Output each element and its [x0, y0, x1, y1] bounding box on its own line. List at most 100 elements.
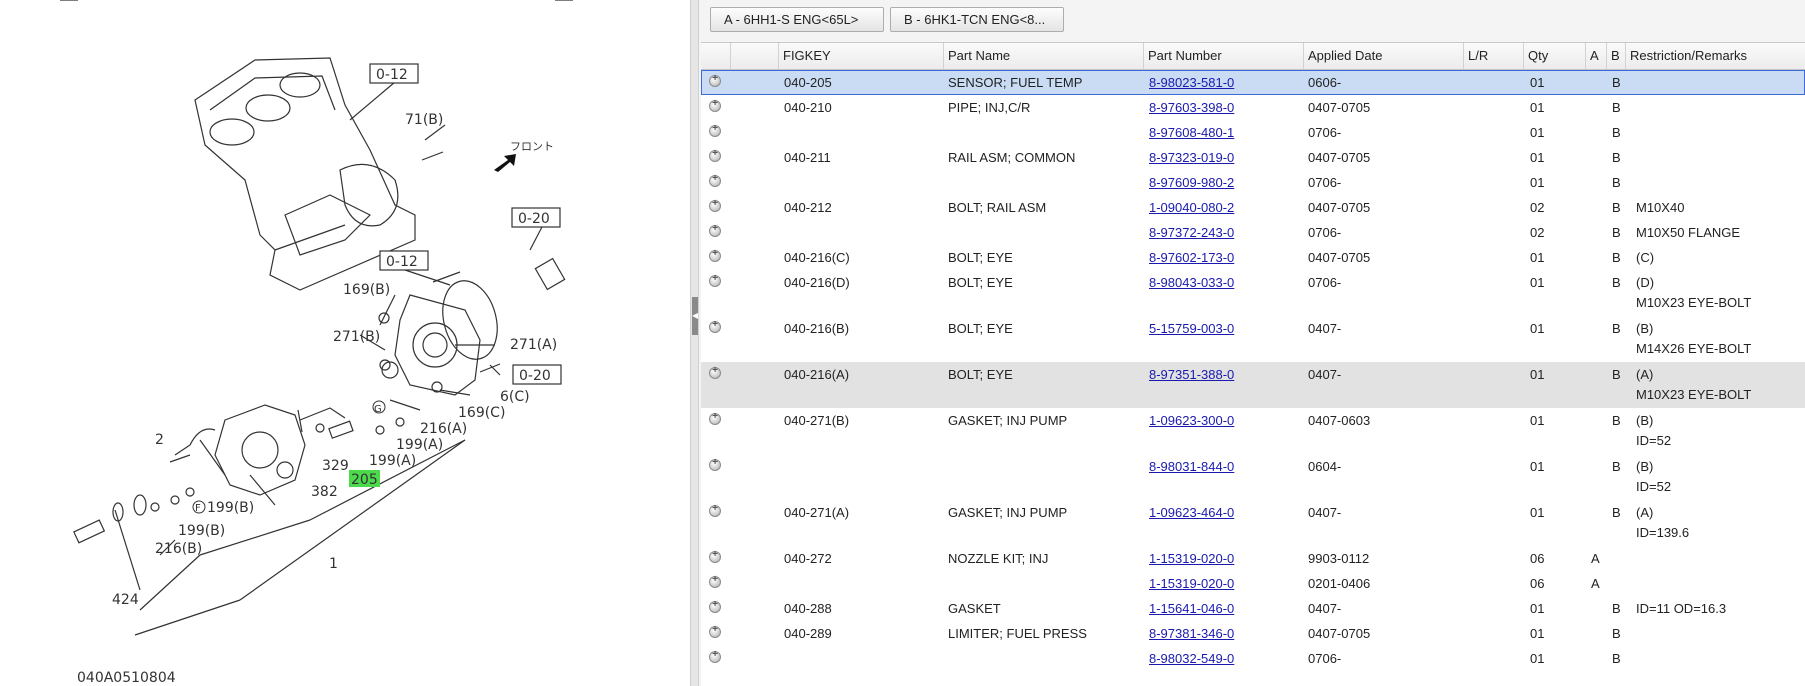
callout-205[interactable]: 205	[351, 472, 378, 488]
applied-date-cell: 0407-	[1308, 321, 1342, 336]
callout-0-12-top[interactable]: 0-12	[376, 67, 408, 83]
callout-271b[interactable]: 271(B)	[333, 329, 380, 345]
applied-date-cell: 0706-	[1308, 175, 1342, 190]
expand-row-icon[interactable]	[709, 574, 721, 588]
table-row[interactable]: 1-15319-020-0 0201-0406 06 A	[701, 571, 1805, 596]
header-a[interactable]: A	[1586, 43, 1607, 69]
callout-199b-1[interactable]: 199(B)	[207, 500, 254, 516]
callout-f[interactable]: F	[195, 503, 201, 514]
part-number-link[interactable]: 8-97323-019-0	[1149, 145, 1234, 168]
expand-row-icon[interactable]	[709, 223, 721, 237]
expand-row-icon[interactable]	[709, 649, 721, 663]
expand-row-icon[interactable]	[709, 457, 721, 471]
part-number-link[interactable]: 8-97609-980-2	[1149, 170, 1234, 193]
header-remarks[interactable]: Restriction/Remarks	[1626, 43, 1805, 69]
callout-1[interactable]: 1	[329, 556, 338, 572]
expand-row-icon[interactable]	[709, 273, 721, 287]
expand-row-icon[interactable]	[709, 319, 721, 333]
callout-g[interactable]: G	[374, 404, 382, 415]
callout-199a-2[interactable]: 199(A)	[369, 453, 416, 469]
callout-424[interactable]: 424	[112, 592, 139, 608]
part-number-link[interactable]: 8-97603-398-0	[1149, 95, 1234, 118]
collapse-handle[interactable]: ◀	[692, 297, 698, 335]
part-number-link[interactable]: 8-97602-173-0	[1149, 245, 1234, 268]
expand-row-icon[interactable]	[709, 624, 721, 638]
variant-button-a[interactable]: A - 6HH1-S ENG<65L>	[710, 7, 884, 32]
table-row[interactable]: 040-216(B) BOLT; EYE 5-15759-003-0 0407- 01 B…	[701, 316, 1805, 362]
callout-329[interactable]: 329	[322, 458, 349, 474]
header-applied-date[interactable]: Applied Date	[1304, 43, 1464, 69]
table-row[interactable]: 040-210 PIPE; INJ,C/R 8-97603-398-0 0407-07…	[701, 95, 1805, 120]
expand-row-icon[interactable]	[709, 198, 721, 212]
part-number-link[interactable]: 1-15641-046-0	[1149, 596, 1234, 619]
expand-row-icon[interactable]	[709, 73, 721, 87]
table-row[interactable]: 8-97372-243-0 0706- 02 B M10X50 FLANGE	[701, 220, 1805, 245]
table-row[interactable]: 040-211 RAIL ASM; COMMON 8-97323-019-0 0407…	[701, 145, 1805, 170]
part-number-link[interactable]: 8-98031-844-0	[1149, 454, 1234, 477]
expand-row-icon[interactable]	[709, 173, 721, 187]
expand-row-icon[interactable]	[709, 365, 721, 379]
part-number-link[interactable]: 1-09623-300-0	[1149, 408, 1234, 431]
part-number-link[interactable]: 8-97372-243-0	[1149, 220, 1234, 243]
table-row[interactable]: 8-98031-844-00604-01B(B)ID=52	[701, 454, 1805, 500]
expand-row-icon[interactable]	[709, 549, 721, 563]
qty-cell: 01	[1530, 367, 1545, 382]
callout-0-20-low[interactable]: 0-20	[519, 368, 551, 384]
remarks-cell-line2: M10X23 EYE-BOLT	[1636, 295, 1752, 310]
table-row[interactable]: 040-216(D) BOLT; EYE 8-98043-033-0 0706- 01 B…	[701, 270, 1805, 316]
table-row[interactable]: 8-97608-480-1 0706- 01 B	[701, 120, 1805, 145]
table-row[interactable]: 040-271(A) GASKET; INJ PUMP 1-09623-464-0 0…	[701, 500, 1805, 546]
part-number-link[interactable]: 8-97351-388-0	[1149, 362, 1234, 385]
table-row[interactable]: 040-271(B) GASKET; INJ PUMP 1-09623-300-0 0…	[701, 408, 1805, 454]
header-expander[interactable]	[701, 43, 731, 69]
callout-199a-1[interactable]: 199(A)	[396, 437, 443, 453]
callout-199b-2[interactable]: 199(B)	[178, 523, 225, 539]
expand-row-icon[interactable]	[709, 148, 721, 162]
header-lr[interactable]: L/R	[1464, 43, 1524, 69]
callout-71b[interactable]: 71(B)	[405, 112, 443, 128]
callout-216b[interactable]: 216(B)	[155, 541, 202, 557]
part-number-link[interactable]: 1-09040-080-2	[1149, 195, 1234, 218]
part-number-link[interactable]: 5-15759-003-0	[1149, 316, 1234, 339]
table-row[interactable]: 8-97609-980-2 0706- 01 B	[701, 170, 1805, 195]
table-row[interactable]: 8-98032-549-0 0706- 01 B	[701, 646, 1805, 671]
table-row[interactable]: 040-205 SENSOR; FUEL TEMP 8-98023-581-0 060…	[701, 70, 1805, 95]
table-row[interactable]: 040-288 GASKET 1-15641-046-0 0407- 01 B ID=11 …	[701, 596, 1805, 621]
expand-row-icon[interactable]	[709, 98, 721, 112]
callout-0-20-top[interactable]: 0-20	[518, 211, 550, 227]
table-row[interactable]: 040-216(A) BOLT; EYE 8-97351-388-0 0407- 01 B…	[701, 362, 1805, 408]
part-number-link[interactable]: 8-98032-549-0	[1149, 646, 1234, 669]
callout-169b[interactable]: 169(B)	[343, 282, 390, 298]
header-part-number[interactable]: Part Number	[1144, 43, 1304, 69]
callout-169c[interactable]: 169(C)	[458, 405, 505, 421]
header-blank[interactable]	[731, 43, 779, 69]
variant-button-b[interactable]: B - 6HK1-TCN ENG<8...	[890, 7, 1064, 32]
header-b[interactable]: B	[1607, 43, 1626, 69]
part-number-link[interactable]: 1-15319-020-0	[1149, 546, 1234, 569]
part-number-link[interactable]: 1-15319-020-0	[1149, 571, 1234, 594]
part-number-link[interactable]: 1-09623-464-0	[1149, 500, 1234, 523]
part-number-link[interactable]: 8-97608-480-1	[1149, 120, 1234, 143]
part-number-link[interactable]: 8-98043-033-0	[1149, 270, 1234, 293]
callout-0-12-mid[interactable]: 0-12	[386, 254, 418, 270]
callout-382[interactable]: 382	[311, 484, 338, 500]
expand-row-icon[interactable]	[709, 503, 721, 517]
header-qty[interactable]: Qty	[1524, 43, 1586, 69]
header-part-name[interactable]: Part Name	[944, 43, 1144, 69]
expand-row-icon[interactable]	[709, 123, 721, 137]
callout-271a[interactable]: 271(A)	[510, 337, 557, 353]
expand-row-icon[interactable]	[709, 599, 721, 613]
callout-2[interactable]: 2	[155, 432, 164, 448]
header-figkey[interactable]: FIGKEY	[779, 43, 944, 69]
part-number-link[interactable]: 8-98023-581-0	[1149, 70, 1234, 93]
callout-216a[interactable]: 216(A)	[420, 421, 467, 437]
table-row[interactable]: 040-216(C) BOLT; EYE 8-97602-173-0 0407-070…	[701, 245, 1805, 270]
expand-row-icon[interactable]	[709, 411, 721, 425]
callout-6c[interactable]: 6(C)	[500, 389, 530, 405]
table-row[interactable]: 040-212 BOLT; RAIL ASM 1-09040-080-2 0407-0…	[701, 195, 1805, 220]
table-row[interactable]: 040-272 NOZZLE KIT; INJ 1-15319-020-0 9903-…	[701, 546, 1805, 571]
expand-row-icon[interactable]	[709, 248, 721, 262]
part-number-link[interactable]: 8-97381-346-0	[1149, 621, 1234, 644]
pane-splitter[interactable]: ◀	[690, 0, 699, 686]
table-row[interactable]: 040-289 LIMITER; FUEL PRESS 8-97381-346-0 0…	[701, 621, 1805, 646]
